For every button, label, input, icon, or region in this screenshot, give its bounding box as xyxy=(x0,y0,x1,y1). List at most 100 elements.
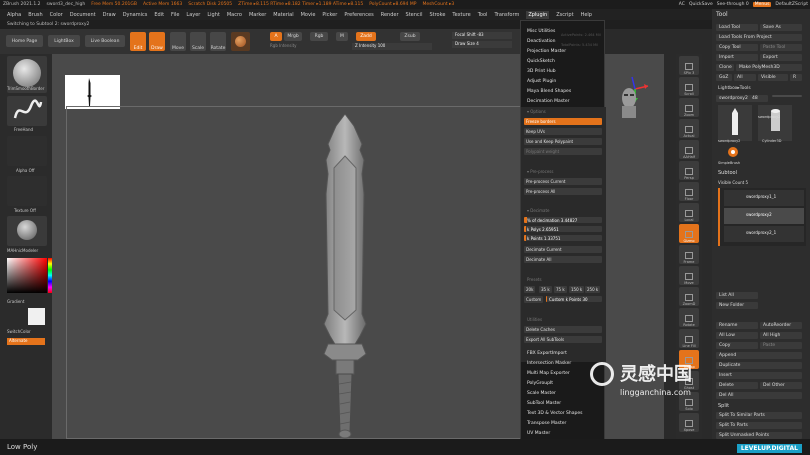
navigation-thumbnail[interactable] xyxy=(65,75,120,109)
del-other-button[interactable]: Del Other xyxy=(760,382,802,389)
menu-zplugin[interactable]: Zplugin xyxy=(526,10,550,19)
menu-brush[interactable]: Brush xyxy=(28,12,42,18)
all-high-button[interactable]: All High xyxy=(760,332,802,339)
r-button[interactable]: R xyxy=(790,74,802,81)
subtool-header[interactable]: Subtool xyxy=(718,170,737,176)
preset-35k[interactable]: 35 k xyxy=(539,286,552,293)
shelf-floor-button[interactable]: Floor xyxy=(679,182,699,201)
shelf-move-button[interactable]: Move xyxy=(679,266,699,285)
custom-preset-button[interactable]: Custom xyxy=(524,296,544,303)
menu-decimation-master[interactable]: Decimation Master xyxy=(527,99,570,104)
insert-button[interactable]: Insert xyxy=(716,372,802,379)
menu-texture[interactable]: Texture xyxy=(452,12,470,18)
tool-palette-title[interactable]: Tool xyxy=(716,11,728,18)
subtool-row[interactable]: swordproxy2_1 xyxy=(724,226,804,242)
preset-150k[interactable]: 150 k xyxy=(569,286,585,293)
menu-quicksketch[interactable]: QuickSketch xyxy=(527,59,555,64)
all-low-button[interactable]: All Low xyxy=(716,332,758,339)
zsub-button[interactable]: Zsub xyxy=(400,32,420,41)
export-all-subtools-button[interactable]: Export All SubTools xyxy=(524,336,602,343)
percent-decimation-slider[interactable]: % of decimation 3.44827 xyxy=(524,217,602,223)
decimate-header[interactable]: ▾ Decimate xyxy=(527,208,550,213)
material-sphere-icon[interactable] xyxy=(231,32,250,51)
menu-file[interactable]: File xyxy=(171,12,179,18)
menu-polygroupit[interactable]: PolyGroupIt xyxy=(527,381,553,386)
freeze-borders-toggle[interactable]: Freeze borders xyxy=(524,118,602,125)
menu-render[interactable]: Render xyxy=(381,12,399,18)
keep-polypaint-toggle[interactable]: Use and Keep Polypaint xyxy=(524,138,602,145)
import-button[interactable]: Import xyxy=(716,54,758,61)
rotate-button[interactable]: Rotate xyxy=(210,32,226,51)
menu-macro[interactable]: Macro xyxy=(227,12,242,18)
scale-button[interactable]: Scale xyxy=(190,32,206,51)
lightbox-tools-link[interactable]: Lightbox▸Tools xyxy=(718,86,751,91)
custom-k-points-slider[interactable]: Custom k Points 30 xyxy=(546,296,602,302)
alternate-button[interactable]: Alternate xyxy=(7,338,45,345)
menu-marker[interactable]: Marker xyxy=(249,12,266,18)
mrgb-button[interactable]: Mrgb xyxy=(284,32,302,41)
k-points-slider[interactable]: k Points 1.33751 xyxy=(524,235,602,241)
m-button[interactable]: M xyxy=(336,32,348,41)
split-to-parts-button[interactable]: Split To Parts xyxy=(716,422,802,429)
visible-count-slider[interactable]: Visible Count 5 xyxy=(718,180,748,185)
rgb-intensity-slider[interactable]: Rgb Intensity xyxy=(270,43,350,50)
main-color-swatch[interactable] xyxy=(28,308,45,325)
menu-transform[interactable]: Transform xyxy=(494,12,519,18)
shelf-frame-button[interactable]: Frame xyxy=(679,245,699,264)
a-button[interactable]: A xyxy=(270,32,282,41)
delete-button[interactable]: Delete xyxy=(716,382,758,389)
tool-count-slider[interactable] xyxy=(772,95,802,97)
k-polys-slider[interactable]: k Polys 2.65951 xyxy=(524,226,602,232)
list-all-button[interactable]: List All xyxy=(716,292,758,299)
menu-edit[interactable]: Edit xyxy=(154,12,164,18)
new-folder-button[interactable]: New Folder xyxy=(716,302,758,309)
shelf-local-button[interactable]: Local xyxy=(679,203,699,222)
quicksave-button[interactable]: QuickSave xyxy=(689,2,713,7)
color-picker[interactable] xyxy=(7,258,52,293)
menu-material[interactable]: Material xyxy=(273,12,293,18)
shelf-line-fill-button[interactable]: Line Fill xyxy=(679,329,699,348)
menu-3d-print-hub[interactable]: 3D Print Hub xyxy=(527,69,556,74)
append-button[interactable]: Append xyxy=(716,352,802,359)
options-header[interactable]: ▾ Options xyxy=(527,109,546,114)
menus-button[interactable]: Menus xyxy=(752,2,772,7)
menu-help[interactable]: Help xyxy=(581,12,592,18)
shelf-scroll-button[interactable]: Scroll xyxy=(679,77,699,96)
menu-subtool-master[interactable]: SubTool Master xyxy=(527,401,561,406)
split-unmasked-points-button[interactable]: Split Unmasked Points xyxy=(716,432,802,439)
shelf-persp-button[interactable]: Persp xyxy=(679,161,699,180)
preprocess-all-button[interactable]: Pre-process All xyxy=(524,188,602,195)
menu-tool[interactable]: Tool xyxy=(478,12,488,18)
texture-thumbnail[interactable] xyxy=(7,176,47,206)
copy-tool-button[interactable]: Copy Tool xyxy=(716,44,758,51)
rgb-button[interactable]: Rgb xyxy=(310,32,328,41)
move-button[interactable]: Move xyxy=(170,32,186,51)
shelf-gizmo-button[interactable]: Gizmo xyxy=(679,224,699,243)
material-thumbnail[interactable] xyxy=(7,216,47,246)
menu-projection-master[interactable]: Projection Master xyxy=(527,49,566,54)
keep-uvs-toggle[interactable]: Keep UVs xyxy=(524,128,602,135)
shelf-rotate-button[interactable]: Rotate xyxy=(679,308,699,327)
shelf-actual-button[interactable]: Actual xyxy=(679,119,699,138)
alpha-thumbnail[interactable] xyxy=(7,136,47,166)
z-intensity-slider[interactable]: Z Intensity 100 xyxy=(352,43,432,50)
preset-250k[interactable]: 250 k xyxy=(585,286,601,293)
autoreorder-button[interactable]: AutoReorder xyxy=(760,322,802,329)
menu-uv-master[interactable]: UV Master xyxy=(527,431,550,436)
split-similar-parts-button[interactable]: Split To Similar Parts xyxy=(716,412,802,419)
default-zscript-button[interactable]: DefaultZScript xyxy=(775,2,808,7)
menu-preferences[interactable]: Preferences xyxy=(344,12,373,18)
focal-shift-slider[interactable]: Focal Shift -83 xyxy=(452,32,512,39)
see-through-slider[interactable]: See-through 0 xyxy=(717,2,749,7)
menu-scale-master[interactable]: Scale Master xyxy=(527,391,556,396)
menu-multi-map-exporter[interactable]: Multi Map Exporter xyxy=(527,371,570,376)
menu-fbx-exportimport[interactable]: FBX ExportImport xyxy=(527,351,567,356)
preprocess-header[interactable]: ▾ Pre-process xyxy=(527,169,553,174)
zadd-button[interactable]: Zadd xyxy=(356,32,376,41)
menu-intersection-masker[interactable]: Intersection Masker xyxy=(527,361,571,366)
shelf-zoomd-button[interactable]: ZoomD xyxy=(679,287,699,306)
menu-adjust-plugin[interactable]: Adjust Plugin xyxy=(527,79,556,84)
current-tool-name[interactable]: swordproxy2 xyxy=(716,95,768,102)
menu-document[interactable]: Document xyxy=(70,12,96,18)
export-button[interactable]: Export xyxy=(760,54,802,61)
